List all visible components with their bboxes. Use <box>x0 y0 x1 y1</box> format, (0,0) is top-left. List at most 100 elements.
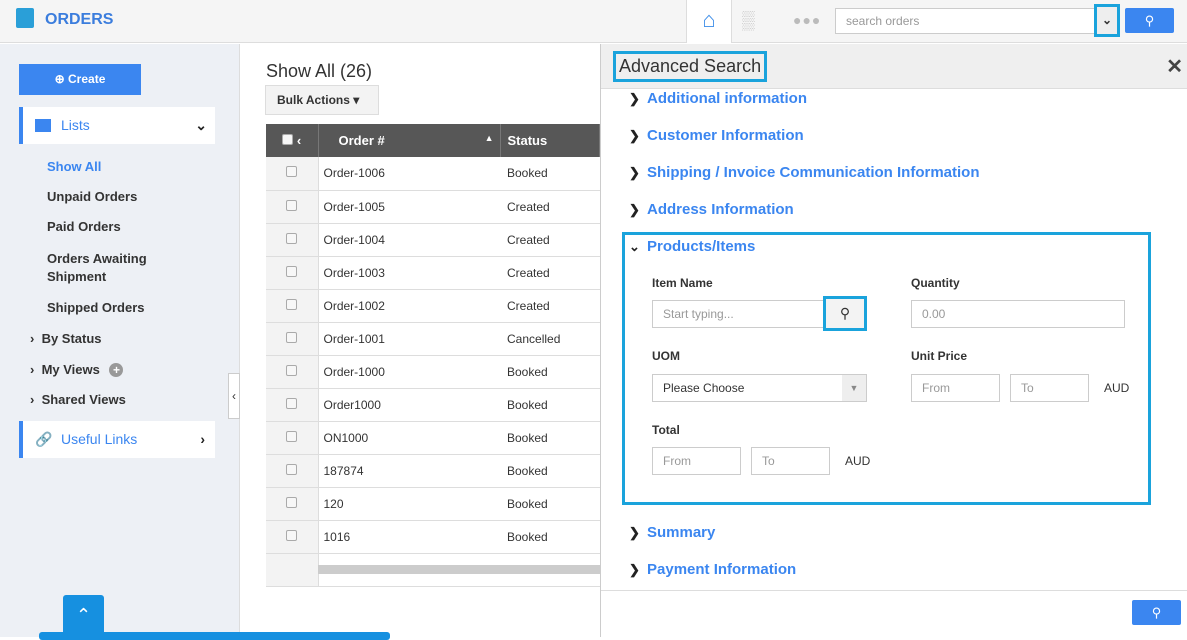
order-number[interactable]: ON1000 <box>318 421 500 455</box>
section-additional-information[interactable]: ❯ Additional information <box>629 90 807 107</box>
row-cell-empty <box>266 553 319 587</box>
order-number[interactable]: Order-1002 <box>318 289 500 323</box>
caret-down-icon: ▾ <box>353 93 360 107</box>
search-icon: ⚲ <box>839 305 851 321</box>
sidebar-useful-links[interactable]: 🔗 Useful Links › <box>19 421 215 458</box>
scroll-up-button[interactable]: ⌃ <box>63 595 104 637</box>
chevron-left-icon[interactable]: ‹ <box>297 133 301 148</box>
close-icon[interactable]: ✕ <box>1166 54 1183 79</box>
row-checkbox[interactable] <box>286 364 298 376</box>
sidebar-item-awaiting-shipment[interactable]: Orders Awaiting Shipment <box>47 250 167 286</box>
row-checkbox[interactable] <box>286 166 298 178</box>
row-checkbox[interactable] <box>286 298 298 310</box>
section-shipping-invoice-communication-information[interactable]: ❯ Shipping / Invoice Communication Inform… <box>629 164 980 181</box>
column-order[interactable]: Order # ▲ <box>318 124 501 157</box>
order-number[interactable]: Order-1006 <box>318 157 500 191</box>
unit-price-from[interactable]: From <box>911 374 1000 402</box>
uom-label: UOM <box>652 349 680 363</box>
bar-chart-icon[interactable]: ▒ <box>742 10 755 31</box>
row-cell-checkbox <box>266 289 319 323</box>
table-row[interactable]: Order-1006 Booked <box>266 157 600 191</box>
table-row[interactable]: 1016 Booked <box>266 520 600 554</box>
sidebar-item-paid[interactable]: Paid Orders <box>47 219 121 234</box>
table-row[interactable]: Order-1002 Created <box>266 289 600 323</box>
search-button[interactable]: ⚲ <box>1125 8 1174 33</box>
row-checkbox[interactable] <box>286 430 298 442</box>
order-status: Booked <box>500 520 600 554</box>
row-checkbox[interactable] <box>286 397 298 409</box>
table-row[interactable]: Order-1001 Cancelled <box>266 322 600 356</box>
uom-select[interactable]: Please Choose ▼ <box>652 374 867 402</box>
row-checkbox[interactable] <box>286 331 298 343</box>
panel-title: Advanced Search <box>613 51 768 82</box>
orders-table: ‹ Order # ▲ Status Order-1006 Booked Order-… <box>266 124 600 587</box>
tree-my-views[interactable]: › My Views + <box>30 362 124 377</box>
item-name-input[interactable]: Start typing... <box>652 300 824 328</box>
section-address-information[interactable]: ❯ Address Information <box>629 201 794 218</box>
create-button[interactable]: ⊕ Create <box>19 64 141 95</box>
order-number[interactable]: Order-1004 <box>318 223 500 257</box>
table-row[interactable]: Order-1000 Booked <box>266 355 600 389</box>
row-checkbox[interactable] <box>286 232 298 244</box>
total-currency: AUD <box>845 454 871 468</box>
row-checkbox[interactable] <box>286 529 298 541</box>
horizontal-scrollbar[interactable] <box>318 565 600 574</box>
section-customer-information[interactable]: ❯ Customer Information <box>629 127 804 144</box>
order-status: Booked <box>500 388 600 422</box>
sidebar-item-unpaid[interactable]: Unpaid Orders <box>47 189 137 204</box>
order-number[interactable]: Order1000 <box>318 388 500 422</box>
chevron-right-icon: › <box>30 331 42 346</box>
select-all-checkbox[interactable] <box>282 134 294 145</box>
add-view-icon[interactable]: + <box>109 363 124 377</box>
item-search-button[interactable]: ⚲ <box>823 296 867 331</box>
advanced-search-button[interactable]: ⚲ <box>1132 600 1181 625</box>
order-number[interactable]: Order-1003 <box>318 256 500 290</box>
home-icon[interactable]: ⌂ <box>686 0 732 43</box>
search-input[interactable]: search orders <box>835 8 1095 34</box>
table-row[interactable]: Order1000 Booked <box>266 388 600 422</box>
column-status[interactable]: Status <box>500 124 600 157</box>
row-checkbox[interactable] <box>286 265 298 277</box>
table-row[interactable]: ON1000 Booked <box>266 421 600 455</box>
collapse-sidebar-button[interactable]: ‹ <box>228 373 240 419</box>
row-cell-checkbox <box>266 388 319 422</box>
table-row[interactable]: Order-1003 Created <box>266 256 600 290</box>
caret-down-icon: ▼ <box>842 375 866 401</box>
unit-price-to[interactable]: To <box>1010 374 1089 402</box>
sidebar-item-shipped[interactable]: Shipped Orders <box>47 300 145 315</box>
order-number[interactable]: 187874 <box>318 454 500 488</box>
sidebar: ⊕ Create Lists ⌄ Show All Unpaid Orders P… <box>0 44 240 637</box>
row-checkbox[interactable] <box>286 199 298 211</box>
total-from[interactable]: From <box>652 447 741 475</box>
tree-shared-views[interactable]: › Shared Views <box>30 392 126 407</box>
section-summary[interactable]: ❯ Summary <box>629 524 715 541</box>
order-status: Cancelled <box>500 322 600 356</box>
total-to[interactable]: To <box>751 447 830 475</box>
chevron-right-icon: ❯ <box>629 202 640 217</box>
order-number[interactable]: Order-1000 <box>318 355 500 389</box>
order-number[interactable]: 1016 <box>318 520 500 554</box>
row-cell-checkbox <box>266 454 319 488</box>
table-row[interactable]: Order-1005 Created <box>266 190 600 224</box>
row-cell-checkbox <box>266 322 319 356</box>
tree-by-status[interactable]: › By Status <box>30 331 102 346</box>
row-cell-checkbox <box>266 157 319 191</box>
order-number[interactable]: Order-1001 <box>318 322 500 356</box>
sidebar-item-show-all[interactable]: Show All <box>47 159 101 174</box>
section-payment-information[interactable]: ❯ Payment Information <box>629 561 796 578</box>
sidebar-lists[interactable]: Lists ⌄ <box>19 107 215 144</box>
order-number[interactable]: 120 <box>318 487 500 521</box>
row-checkbox[interactable] <box>286 496 298 508</box>
row-cell-checkbox <box>266 190 319 224</box>
table-row[interactable]: 120 Booked <box>266 487 600 521</box>
bulk-actions-button[interactable]: Bulk Actions ▾ <box>265 85 379 115</box>
more-icon[interactable]: ●●● <box>793 12 821 28</box>
row-checkbox[interactable] <box>286 463 298 475</box>
table-row[interactable]: 187874 Booked <box>266 454 600 488</box>
chevron-right-icon: ❯ <box>629 91 640 106</box>
advanced-search-toggle[interactable]: ⌄ <box>1094 4 1120 37</box>
order-number[interactable]: Order-1005 <box>318 190 500 224</box>
bottom-bar <box>39 632 390 640</box>
table-row[interactable]: Order-1004 Created <box>266 223 600 257</box>
quantity-input[interactable]: 0.00 <box>911 300 1125 328</box>
